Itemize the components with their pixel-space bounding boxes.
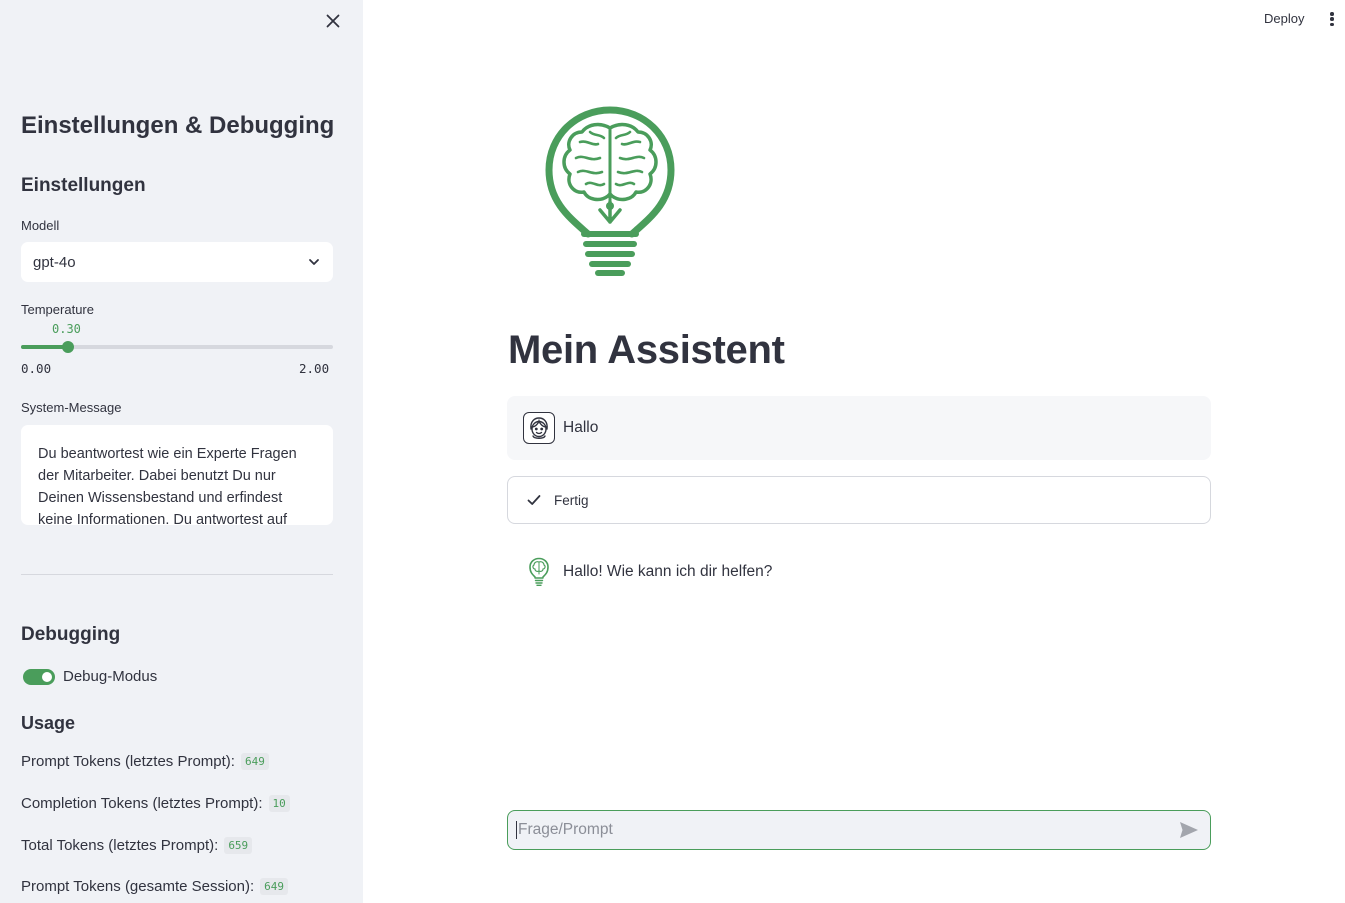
usage-label: Total Tokens (letztes Prompt):	[21, 837, 219, 854]
model-label: Modell	[21, 218, 60, 233]
system-message-label: System-Message	[21, 400, 122, 415]
debug-mode-label: Debug-Modus	[63, 668, 158, 685]
temperature-slider-fill	[21, 345, 68, 349]
sidebar-divider	[21, 574, 333, 575]
usage-heading: Usage	[21, 713, 76, 733]
temperature-max: 2.00	[299, 361, 330, 376]
settings-heading: Einstellungen	[21, 175, 146, 196]
usage-label: Prompt Tokens (letztes Prompt):	[21, 753, 235, 770]
usage-value: 649	[240, 753, 269, 770]
temperature-min: 0.00	[21, 361, 52, 376]
chat-message-assistant: Hallo! Wie kann ich dir helfen?	[523, 556, 772, 588]
user-message-text: Hallo	[563, 419, 599, 436]
usage-label: Prompt Tokens (gesamte Session):	[21, 878, 255, 895]
chevron-down-icon	[309, 259, 319, 265]
temperature-slider[interactable]	[21, 341, 333, 353]
deploy-button[interactable]: Deploy	[1264, 11, 1304, 26]
usage-value: 10	[268, 795, 290, 812]
close-icon	[326, 14, 340, 28]
sidebar: Einstellungen & Debugging Einstellungen …	[0, 0, 363, 903]
usage-value: 659	[224, 837, 253, 854]
chat-message-user: Hallo	[507, 396, 1211, 460]
close-sidebar-button[interactable]	[322, 10, 344, 32]
usage-row: Completion Tokens (letztes Prompt): 10	[21, 795, 290, 812]
model-select-value: gpt-4o	[33, 253, 76, 271]
send-icon[interactable]	[1178, 819, 1200, 841]
assistant-message-text: Hallo! Wie kann ich dir helfen?	[563, 563, 773, 580]
status-text: Fertig	[554, 492, 589, 508]
user-face-icon	[523, 412, 555, 444]
usage-value: 649	[260, 878, 289, 895]
chat-input[interactable]: Frage/Prompt	[507, 810, 1211, 850]
usage-label: Completion Tokens (letztes Prompt):	[21, 795, 263, 812]
bot-lightbulb-icon	[523, 556, 555, 588]
check-icon	[527, 495, 541, 505]
usage-row: Prompt Tokens (gesamte Session): 649	[21, 878, 289, 895]
chat-input-placeholder: Frage/Prompt	[516, 821, 613, 839]
system-message-textarea[interactable]: Du beantwortest wie ein Experte Fragen d…	[21, 425, 333, 525]
sidebar-title: Einstellungen & Debugging	[21, 112, 335, 139]
usage-row: Prompt Tokens (letztes Prompt): 649	[21, 753, 269, 770]
temperature-label: Temperature	[21, 302, 94, 317]
usage-row: Total Tokens (letztes Prompt): 659	[21, 837, 253, 854]
debugging-heading: Debugging	[21, 624, 121, 645]
temperature-slider-thumb[interactable]	[61, 341, 74, 353]
page-title: Mein Assistent	[508, 328, 785, 372]
model-select[interactable]: gpt-4o	[21, 242, 333, 282]
toggle-knob	[42, 672, 52, 682]
debug-mode-toggle[interactable]	[23, 669, 55, 685]
status-expander[interactable]: Fertig	[507, 476, 1211, 524]
kebab-menu-icon[interactable]	[1325, 10, 1339, 28]
brain-lightbulb-logo	[545, 106, 675, 276]
temperature-value: 0.30	[52, 322, 81, 336]
